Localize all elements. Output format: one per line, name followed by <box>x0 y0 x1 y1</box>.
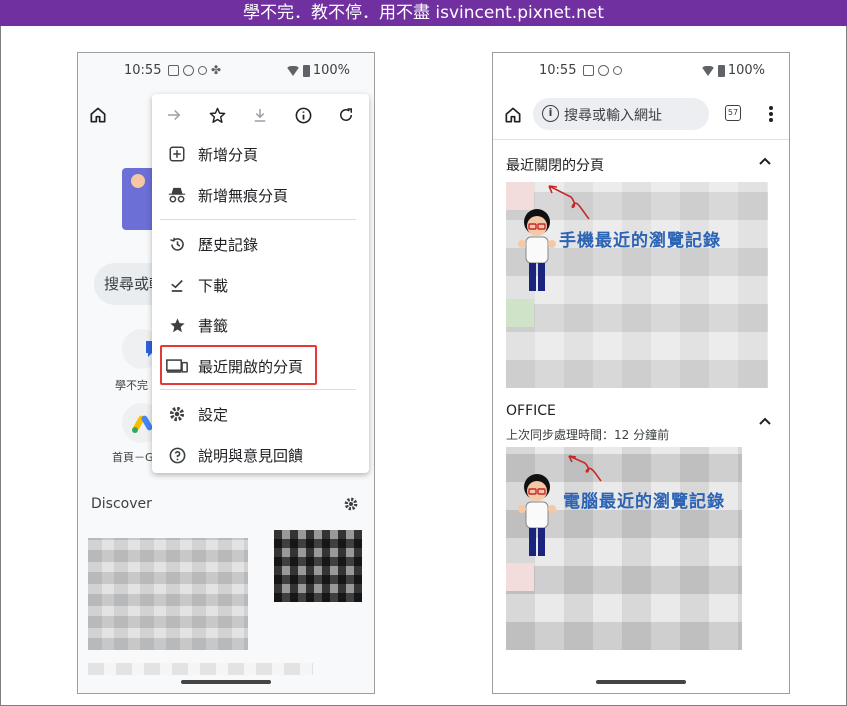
status-right: 100% <box>700 63 765 78</box>
menu-item-help[interactable]: 說明與意見回饋 <box>152 435 369 475</box>
menu-divider <box>160 219 356 220</box>
menu-item-bookmarks[interactable]: 書籤 <box>152 305 369 345</box>
incognito-icon <box>166 184 188 206</box>
gesture-bar[interactable] <box>181 680 271 684</box>
pinwheel-notification-icon: ✤ <box>211 63 222 77</box>
menu-item-incognito[interactable]: 新增無痕分頁 <box>152 175 369 215</box>
menu-item-label: 下載 <box>198 276 229 295</box>
history-icon <box>166 233 188 255</box>
menu-item-label: 書籤 <box>198 316 229 335</box>
collapse-chevron-icon[interactable] <box>759 414 771 430</box>
menu-item-new-tab[interactable]: 新增分頁 <box>152 134 369 174</box>
status-time: 10:55 <box>539 63 577 78</box>
discover-heading: Discover <box>91 496 152 512</box>
tab-favicon-blurred <box>506 182 534 210</box>
phone-screenshot-recent-tabs: 10:55 100% i 搜尋或輸入網址 57 最近關閉的分頁 手機最近的瀏覽記… <box>492 52 790 694</box>
help-icon <box>166 444 188 466</box>
status-bar: 10:55 ✤ 100% <box>78 63 374 81</box>
shortcut-label: 首頁－G <box>112 451 154 464</box>
menu-item-label: 設定 <box>198 405 229 424</box>
menu-item-label: 新增分頁 <box>198 145 259 164</box>
section-title-recently-closed: 最近關閉的分頁 <box>506 158 604 174</box>
notification-icons: ✤ <box>168 63 222 77</box>
menu-item-downloads[interactable]: 下載 <box>152 265 369 305</box>
sync-notification-icon <box>598 65 609 76</box>
section-title-office: OFFICE <box>506 403 556 419</box>
annotation-phone-history: 手機最近的瀏覽記錄 <box>559 231 721 251</box>
gallery-notification-icon <box>583 65 594 76</box>
gear-icon <box>166 403 188 425</box>
tab-favicon-blurred <box>506 563 534 591</box>
tab-switcher-button[interactable]: 57 <box>725 105 741 121</box>
forward-icon[interactable] <box>161 103 187 127</box>
menu-item-recent-tabs[interactable]: 最近開啟的分頁 <box>152 346 369 386</box>
plus-square-icon <box>166 143 188 165</box>
overflow-menu: 新增分頁 新增無痕分頁 歷史記錄 下載 書籤 最近開啟的分頁 設定 說明與意見回… <box>152 94 369 473</box>
shortcut-label: 學不完 <box>115 379 148 392</box>
omnibox-placeholder: 搜尋或輸入網址 <box>564 108 662 124</box>
star-filled-icon <box>166 314 188 336</box>
menu-item-label: 說明與意見回饋 <box>198 446 304 465</box>
collapse-chevron-icon[interactable] <box>759 154 771 170</box>
p-notification-icon <box>613 66 622 75</box>
battery-icon <box>302 64 310 77</box>
more-vert-icon[interactable] <box>761 102 781 126</box>
sync-notification-icon <box>183 65 194 76</box>
menu-divider <box>160 389 356 390</box>
omnibox[interactable]: i 搜尋或輸入網址 <box>533 98 709 130</box>
sync-time-label: 上次同步處理時間：12 分鐘前 <box>506 428 670 442</box>
tab-favicon-blurred <box>506 299 534 327</box>
site-banner: 學不完．教不停．用不盡 isvincent.pixnet.net <box>0 0 847 26</box>
wifi-icon <box>285 65 300 76</box>
arrow-pointer-icon <box>568 455 602 482</box>
menu-item-settings[interactable]: 設定 <box>152 394 369 434</box>
arrow-pointer-icon <box>548 185 590 220</box>
notification-icons <box>583 65 622 76</box>
p-notification-icon <box>198 66 207 75</box>
gear-icon[interactable] <box>340 493 362 515</box>
article-text-blurred[interactable] <box>88 538 248 650</box>
refresh-icon[interactable] <box>333 103 359 127</box>
status-time: 10:55 <box>124 63 162 78</box>
menu-item-history[interactable]: 歷史記錄 <box>152 224 369 264</box>
info-icon[interactable] <box>290 103 316 127</box>
status-bar: 10:55 100% <box>493 63 789 81</box>
battery-level: 100% <box>312 63 350 78</box>
battery-level: 100% <box>727 63 765 78</box>
gallery-notification-icon <box>168 65 179 76</box>
article-text-blurred <box>88 663 313 675</box>
devices-icon <box>166 355 188 377</box>
annotation-computer-history: 電腦最近的瀏覽記錄 <box>563 492 725 512</box>
star-icon[interactable] <box>204 103 230 127</box>
status-right: 100% <box>285 63 350 78</box>
cartoon-avatar-icon <box>518 474 556 556</box>
info-icon: i <box>542 105 559 122</box>
menu-item-label: 歷史記錄 <box>198 235 259 254</box>
menu-item-label: 新增無痕分頁 <box>198 186 289 205</box>
download-icon[interactable] <box>247 103 273 127</box>
home-icon[interactable] <box>86 103 110 127</box>
download-done-icon <box>166 274 188 296</box>
wifi-icon <box>700 65 715 76</box>
battery-icon <box>717 64 725 77</box>
gesture-bar[interactable] <box>596 680 686 684</box>
article-thumbnail-blurred[interactable] <box>274 530 362 602</box>
toolbar-divider <box>493 139 789 140</box>
home-icon[interactable] <box>501 103 525 127</box>
menu-item-label: 最近開啟的分頁 <box>198 357 304 376</box>
menu-toolbar <box>152 94 369 136</box>
